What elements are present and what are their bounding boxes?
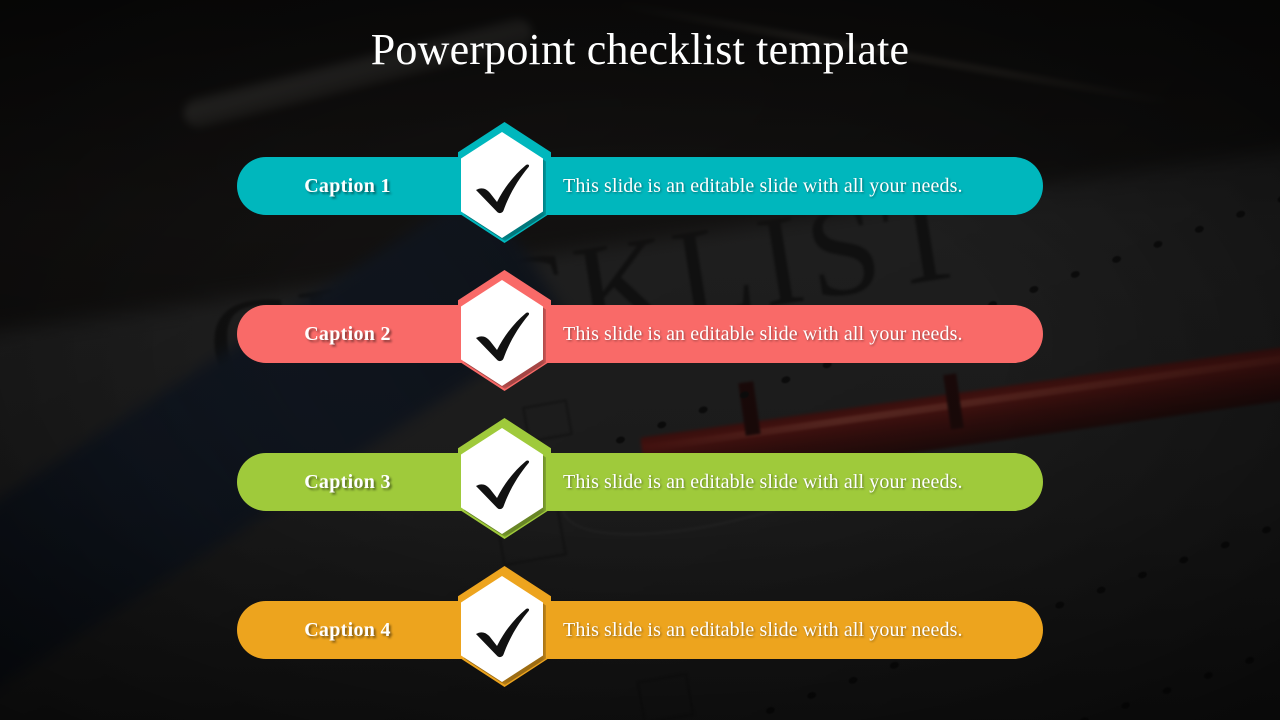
row-description: This slide is an editable slide with all…: [563, 174, 963, 197]
row-caption: Caption 3: [304, 470, 391, 493]
checklist-row[interactable]: Caption 4 This slide is an editable slid…: [0, 566, 1280, 714]
check-icon: [468, 440, 536, 522]
check-icon: [468, 292, 536, 374]
row-description: This slide is an editable slide with all…: [563, 618, 963, 641]
row-caption: Caption 1: [304, 174, 391, 197]
checklist-row[interactable]: Caption 3 This slide is an editable slid…: [0, 418, 1280, 566]
row-caption: Caption 4: [304, 618, 391, 641]
check-icon: [468, 588, 536, 670]
check-icon: [468, 144, 536, 226]
slide-canvas: CHECKLIST Powerpoint checklist template …: [0, 0, 1280, 720]
checklist-row[interactable]: Caption 1 This slide is an editable slid…: [0, 122, 1280, 270]
checklist: Caption 1 This slide is an editable slid…: [0, 122, 1280, 714]
row-description: This slide is an editable slide with all…: [563, 322, 963, 345]
checklist-row[interactable]: Caption 2 This slide is an editable slid…: [0, 270, 1280, 418]
row-description: This slide is an editable slide with all…: [563, 470, 963, 493]
slide-content: Powerpoint checklist template Caption 1 …: [0, 0, 1280, 720]
slide-title: Powerpoint checklist template: [370, 25, 910, 74]
row-caption: Caption 2: [304, 322, 391, 345]
